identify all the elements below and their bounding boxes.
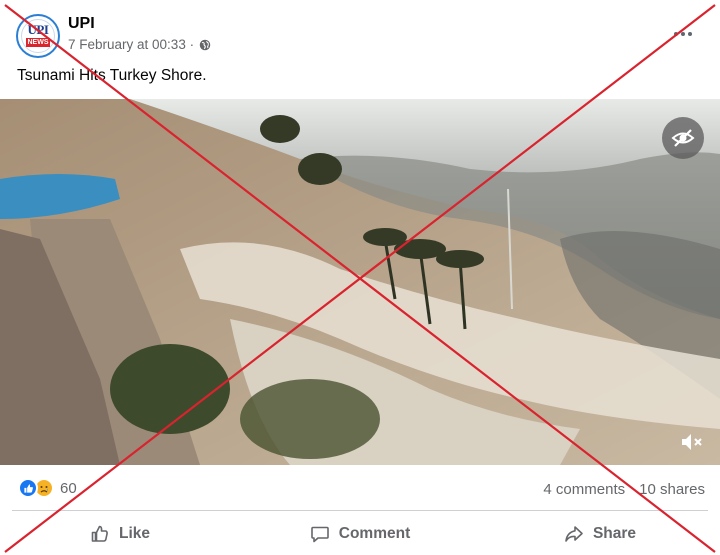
- share-button[interactable]: Share: [480, 514, 720, 554]
- speaker-muted-icon: [682, 434, 702, 450]
- like-reaction-icon: [18, 478, 38, 498]
- share-label: Share: [592, 525, 637, 542]
- engagement-stats: 4 comments 10 shares: [543, 481, 705, 498]
- video-player[interactable]: [0, 99, 720, 465]
- comment-bubble-icon: [310, 526, 329, 543]
- globe-icon[interactable]: [199, 39, 211, 51]
- reaction-count: 60: [60, 479, 77, 497]
- thumbs-up-icon: [91, 525, 108, 542]
- post-timestamp[interactable]: 7 February at 00:33 ·: [68, 37, 194, 52]
- avatar-logo-text: UPI: [27, 22, 49, 37]
- mute-button[interactable]: [678, 430, 706, 454]
- eye-slash-icon: [671, 129, 695, 147]
- post-meta: 7 February at 00:33 ·: [68, 37, 211, 52]
- more-options-button[interactable]: [668, 22, 698, 46]
- dot-icon: [688, 32, 692, 36]
- facebook-post: UPI NEWS UPI 7 February at 00:33 · Tsuna…: [0, 0, 720, 555]
- video-frame: [0, 99, 720, 465]
- post-actions: Like Comment Share: [0, 514, 720, 554]
- divider: [12, 510, 708, 511]
- page-name-link[interactable]: UPI: [68, 15, 95, 33]
- dot-icon: [674, 32, 678, 36]
- comment-button[interactable]: Comment: [240, 514, 480, 554]
- like-label: Like: [118, 525, 150, 542]
- comment-label: Comment: [338, 525, 411, 542]
- avatar-logo-news-badge: NEWS: [26, 38, 50, 47]
- share-arrow-icon: [565, 526, 583, 542]
- page-avatar[interactable]: UPI NEWS: [16, 14, 60, 58]
- comments-count-link[interactable]: 4 comments: [543, 481, 625, 498]
- hide-video-button[interactable]: [662, 117, 704, 159]
- shares-count-link[interactable]: 10 shares: [639, 481, 705, 498]
- post-text: Tsunami Hits Turkey Shore.: [17, 67, 207, 84]
- reactions-summary[interactable]: 60: [18, 478, 77, 498]
- dot-icon: [681, 32, 685, 36]
- like-button[interactable]: Like: [0, 514, 240, 554]
